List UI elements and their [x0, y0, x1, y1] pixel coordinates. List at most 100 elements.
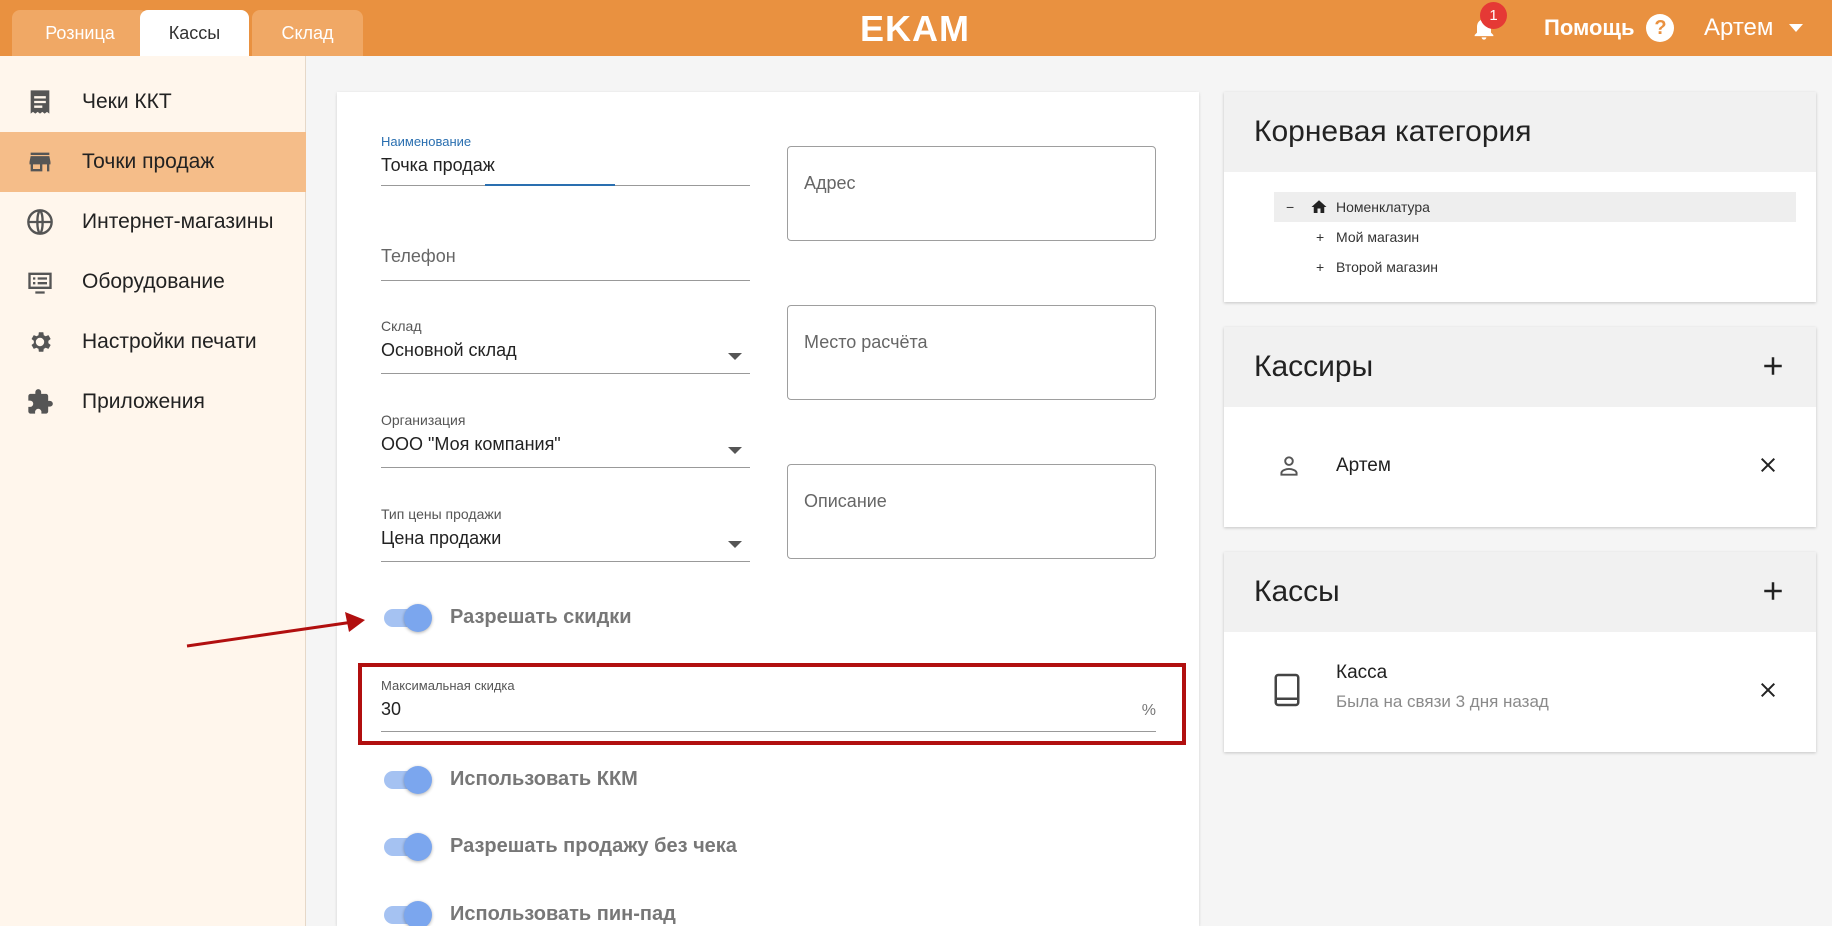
equipment-icon — [28, 272, 52, 294]
field-underline-focus — [485, 184, 615, 186]
field-underline — [381, 731, 1156, 732]
allow-discounts-toggle[interactable]: Разрешать скидки — [384, 603, 632, 632]
logo: EKAM — [860, 8, 970, 49]
sidebar-item-equipment[interactable]: Оборудование — [0, 252, 306, 312]
tree-item-root[interactable]: − Номенклатура — [1274, 192, 1796, 222]
tree-item[interactable]: + Мой магазин — [1316, 222, 1419, 252]
user-name: Артем — [1704, 14, 1774, 41]
sidebar-item-label: Приложения — [82, 390, 205, 413]
allow-no-receipt-toggle[interactable]: Разрешать продажу без чека — [384, 832, 737, 861]
sidebar-item-label: Оборудование — [82, 270, 225, 293]
tab-warehouse[interactable]: Склад — [252, 10, 363, 56]
toggle-knob — [404, 900, 432, 926]
name-field-label: Наименование — [381, 134, 472, 149]
register-name: Касса — [1336, 662, 1388, 683]
price-type-select-value: Цена продажи — [381, 528, 502, 548]
organization-select[interactable]: Организация ООО "Моя компания" — [381, 412, 750, 468]
tree-item[interactable]: + Второй магазин — [1316, 252, 1438, 282]
cashier-row: Артем — [1224, 407, 1816, 527]
field-underline — [381, 280, 750, 281]
expand-toggle[interactable]: + — [1316, 229, 1336, 245]
toggle-track — [384, 900, 432, 926]
max-discount-field[interactable]: Максимальная скидка 30 % — [381, 678, 1156, 732]
tree-item-label: Номенклатура — [1336, 199, 1430, 215]
description-field[interactable]: Описание — [787, 464, 1156, 559]
annotation-arrow-icon — [186, 612, 365, 648]
registers-header: Кассы — [1224, 552, 1816, 632]
use-kkm-label: Использовать ККМ — [450, 768, 638, 790]
payment-place-field-placeholder: Место расчёта — [804, 332, 928, 352]
tab-retail[interactable]: Розница — [12, 10, 148, 56]
tab-label: Кассы — [168, 22, 221, 43]
field-underline — [381, 373, 750, 374]
warehouse-select[interactable]: Склад Основной склад — [381, 318, 750, 374]
sidebar-item-label: Интернет-магазины — [82, 210, 274, 233]
dropdown-arrow-icon — [728, 353, 742, 360]
use-pinpad-toggle[interactable]: Использовать пин-пад — [384, 900, 676, 926]
tab-label: Розница — [45, 22, 115, 43]
name-field[interactable]: Наименование Точка продаж — [381, 134, 750, 186]
register-status: Была на связи 3 дня назад — [1336, 692, 1549, 711]
cashier-name: Артем — [1336, 455, 1391, 476]
max-discount-label: Максимальная скидка — [381, 678, 515, 693]
address-field-placeholder: Адрес — [804, 173, 856, 193]
tab-registers[interactable]: Кассы — [140, 10, 249, 56]
description-field-placeholder: Описание — [804, 491, 887, 511]
sidebar-item-label: Настройки печати — [82, 330, 257, 353]
person-icon — [1280, 456, 1298, 476]
register-row[interactable]: Касса Была на связи 3 дня назад — [1224, 632, 1816, 752]
sidebar-item-label: Точки продаж — [82, 150, 215, 173]
name-field-value: Точка продаж — [381, 155, 495, 175]
sidebar-item-web-shops[interactable]: Интернет-магазины — [0, 192, 306, 252]
toggle-track — [384, 765, 432, 794]
puzzle-icon — [28, 389, 53, 414]
use-kkm-toggle[interactable]: Использовать ККМ — [384, 765, 638, 794]
payment-place-field[interactable]: Место расчёта — [787, 305, 1156, 400]
max-discount-value: 30 — [381, 699, 402, 719]
sidebar-item-print-settings[interactable]: Настройки печати — [0, 312, 306, 372]
add-register-button[interactable] — [1758, 576, 1788, 606]
price-type-select-label: Тип цены продажи — [381, 506, 502, 522]
tree-item-label: Второй магазин — [1336, 259, 1439, 275]
tree-item-label: Мой магазин — [1336, 229, 1420, 245]
use-pinpad-label: Использовать пин-пад — [450, 903, 676, 925]
receipt-icon — [30, 90, 50, 114]
field-underline — [381, 561, 750, 562]
card-title: Кассиры — [1254, 350, 1374, 383]
tab-label: Склад — [281, 22, 334, 43]
categories-title: Корневая категория — [1224, 92, 1816, 172]
organization-select-label: Организация — [381, 412, 466, 428]
store-icon — [29, 152, 51, 172]
address-field[interactable]: Адрес — [787, 146, 1156, 241]
top-bar: Розница Склад Кассы EKAM 1 Помощь ? Арте… — [0, 0, 1832, 56]
price-type-select[interactable]: Тип цены продажи Цена продажи — [381, 506, 750, 562]
help-label: Помощь — [1544, 15, 1635, 40]
organization-select-value: ООО "Моя компания" — [381, 434, 561, 454]
add-cashier-button[interactable] — [1758, 351, 1788, 381]
allow-discounts-label: Разрешать скидки — [450, 606, 632, 628]
tablet-icon — [1274, 673, 1300, 707]
sidebar-item-receipts[interactable]: Чеки ККТ — [0, 72, 306, 132]
help-icon: ? — [1646, 14, 1675, 42]
allow-no-receipt-label: Разрешать продажу без чека — [450, 835, 737, 857]
phone-field[interactable]: Телефон — [381, 246, 750, 281]
sidebar-item-sales-points[interactable]: Точки продаж — [0, 132, 306, 192]
user-menu[interactable]: Артем — [1704, 14, 1804, 42]
phone-field-placeholder: Телефон — [381, 246, 456, 266]
card-title: Кассы — [1254, 575, 1340, 608]
dropdown-arrow-icon — [728, 541, 742, 548]
cashiers-card: Кассиры Артем — [1224, 327, 1816, 527]
remove-cashier-close-icon[interactable] — [1756, 453, 1780, 477]
globe-icon — [27, 209, 53, 235]
card-title: Корневая категория — [1254, 115, 1532, 148]
collapse-toggle[interactable]: − — [1286, 199, 1310, 215]
help-button[interactable]: Помощь ? — [1544, 14, 1675, 42]
toggle-track — [384, 832, 432, 861]
remove-register-close-icon[interactable] — [1756, 678, 1780, 702]
registers-card: Кассы Касса Была на связи 3 дня назад — [1224, 552, 1816, 752]
cashiers-header: Кассиры — [1224, 327, 1816, 407]
warehouse-select-value: Основной склад — [381, 340, 517, 360]
expand-toggle[interactable]: + — [1316, 259, 1336, 275]
sidebar-item-apps[interactable]: Приложения — [0, 372, 306, 432]
notification-badge: 1 — [1480, 2, 1507, 29]
